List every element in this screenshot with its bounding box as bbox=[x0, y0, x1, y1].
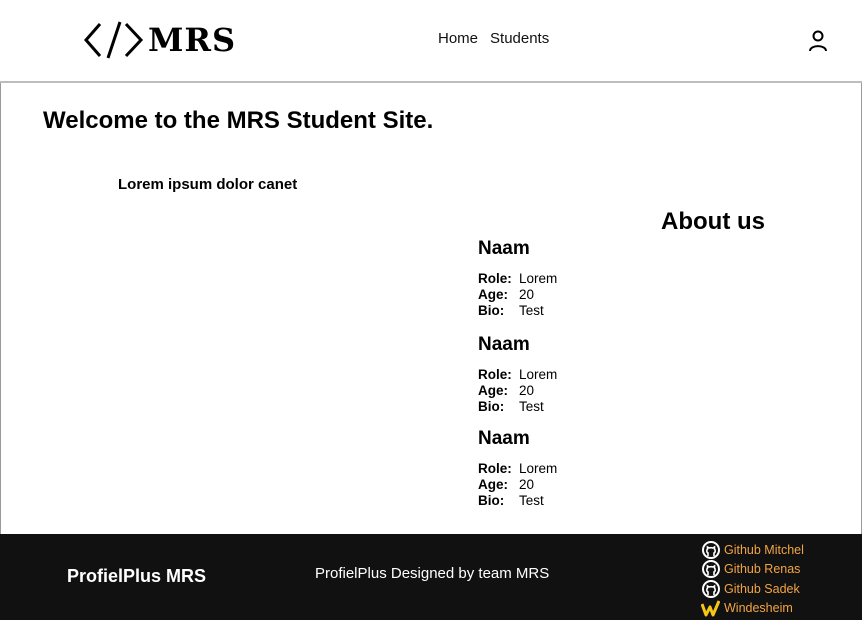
windesheim-icon bbox=[701, 599, 720, 618]
link-github-renas[interactable]: Github Renas bbox=[701, 560, 804, 580]
bio-label: Bio: bbox=[478, 399, 505, 414]
intro-text: Lorem ipsum dolor canet bbox=[118, 176, 298, 193]
github-icon bbox=[701, 560, 720, 579]
role-value: Lorem bbox=[519, 367, 558, 382]
member-name: Naam bbox=[478, 428, 530, 449]
member-card: Naam Role: Lorem Age: 20 Bio: Test bbox=[478, 237, 557, 319]
github-icon bbox=[701, 579, 720, 598]
member-card: Naam Role: Lorem Age: 20 Bio: Test bbox=[478, 427, 557, 509]
bio-value: Test bbox=[519, 399, 544, 414]
bio-value: Test bbox=[519, 303, 544, 318]
logo-text: MRS bbox=[148, 21, 237, 59]
about-title: About us bbox=[661, 208, 765, 235]
age-value: 20 bbox=[519, 383, 535, 398]
link-label: Github Sadek bbox=[724, 581, 800, 596]
link-label: Github Renas bbox=[724, 562, 801, 577]
member-card: Naam Role: Lorem Age: 20 Bio: Test bbox=[478, 333, 557, 415]
code-brackets-icon bbox=[84, 21, 144, 59]
age-label: Age: bbox=[478, 287, 508, 302]
link-windesheim[interactable]: Windesheim bbox=[701, 599, 804, 619]
site-logo[interactable]: MRS bbox=[84, 20, 236, 60]
bio-label: Bio: bbox=[478, 303, 505, 318]
role-label: Role: bbox=[478, 461, 512, 476]
footer-tagline: ProfielPlus Designed by team MRS bbox=[315, 565, 550, 582]
link-label: Windesheim bbox=[724, 601, 793, 616]
role-value: Lorem bbox=[519, 461, 558, 476]
role-value: Lorem bbox=[519, 271, 558, 286]
user-icon[interactable] bbox=[808, 29, 828, 53]
age-label: Age: bbox=[478, 477, 508, 492]
footer-brand: ProfielPlus MRS bbox=[67, 566, 207, 586]
age-value: 20 bbox=[519, 477, 535, 492]
link-label: Github Mitchel bbox=[724, 542, 804, 557]
link-github-mitchel[interactable]: Github Mitchel bbox=[701, 540, 804, 560]
nav-home[interactable]: Home bbox=[438, 30, 478, 47]
bio-label: Bio: bbox=[478, 493, 505, 508]
member-name: Naam bbox=[478, 334, 530, 355]
main-nav: Home Students bbox=[438, 30, 549, 47]
site-header: MRS Home Students bbox=[0, 0, 862, 83]
link-github-sadek[interactable]: Github Sadek bbox=[701, 579, 804, 599]
nav-students[interactable]: Students bbox=[490, 30, 549, 47]
footer-links: Github Mitchel Github Renas Github Sadek… bbox=[701, 540, 804, 618]
member-name: Naam bbox=[478, 238, 530, 259]
page-title: Welcome to the MRS Student Site. bbox=[43, 107, 434, 134]
bio-value: Test bbox=[519, 493, 544, 508]
age-label: Age: bbox=[478, 383, 508, 398]
page-frame bbox=[0, 0, 862, 620]
site-footer: ProfielPlus MRS ProfielPlus Designed by … bbox=[0, 534, 862, 620]
github-icon bbox=[701, 540, 720, 559]
age-value: 20 bbox=[519, 287, 535, 302]
role-label: Role: bbox=[478, 271, 512, 286]
role-label: Role: bbox=[478, 367, 512, 382]
